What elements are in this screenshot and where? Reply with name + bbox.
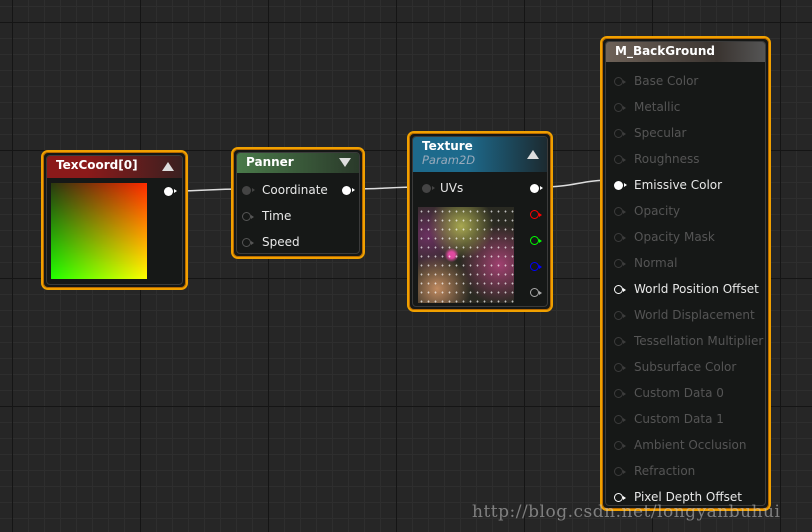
material-input-label: Refraction — [634, 464, 696, 478]
material-input-label: Base Color — [634, 74, 699, 88]
material-input-label: World Displacement — [634, 308, 755, 322]
material-input-pin[interactable] — [614, 77, 626, 86]
material-input-pin[interactable] — [614, 129, 626, 138]
material-input-label: Roughness — [634, 152, 700, 166]
panner-node[interactable]: Panner Coordinate Time Speed — [231, 147, 365, 259]
material-header[interactable]: M_BackGround — [606, 42, 765, 62]
material-input-pin[interactable] — [614, 233, 626, 242]
material-input-pin[interactable] — [614, 467, 626, 476]
g-output-pin[interactable] — [530, 236, 542, 245]
texcoord-output-pin[interactable] — [164, 187, 177, 196]
uvs-label: UVs — [440, 181, 464, 195]
speed-pin[interactable] — [242, 238, 254, 247]
material-input-pin[interactable] — [614, 259, 626, 268]
coordinate-pin[interactable] — [242, 186, 255, 195]
material-input-pin[interactable] — [614, 181, 627, 190]
material-input-pin[interactable] — [614, 103, 626, 112]
texture-subtitle: Param2D — [422, 153, 476, 167]
material-input-pin[interactable] — [614, 311, 626, 320]
material-input-label: Tessellation Multiplier — [634, 334, 764, 348]
texcoord-node[interactable]: TexCoord[0] — [41, 150, 188, 290]
texture-node[interactable]: Texture Param2D UVs — [407, 131, 553, 312]
material-input-pin[interactable] — [614, 363, 626, 372]
time-label: Time — [262, 209, 292, 223]
material-input-label: World Position Offset — [634, 282, 759, 296]
material-result-node[interactable]: M_BackGround Base Color Metallic Specular R… — [600, 36, 771, 511]
material-input-label: Custom Data 0 — [634, 386, 724, 400]
texcoord-title: TexCoord[0] — [56, 158, 138, 172]
material-input-label: Ambient Occlusion — [634, 438, 747, 452]
collapse-icon[interactable] — [527, 150, 539, 159]
expand-icon[interactable] — [339, 158, 351, 167]
coordinate-label: Coordinate — [262, 183, 328, 197]
material-input-pin[interactable] — [614, 441, 626, 450]
material-input-pin[interactable] — [614, 285, 626, 294]
time-pin[interactable] — [242, 212, 254, 221]
material-input-label: Opacity Mask — [634, 230, 715, 244]
uvs-pin[interactable] — [422, 184, 435, 193]
material-input-label: Opacity — [634, 204, 681, 218]
material-input-label: Emissive Color — [634, 178, 723, 192]
material-input-pin[interactable] — [614, 389, 626, 398]
material-title: M_BackGround — [615, 44, 715, 58]
texture-preview — [418, 207, 514, 303]
material-input-pin[interactable] — [614, 415, 626, 424]
material-input-pin[interactable] — [614, 337, 626, 346]
material-input-pin[interactable] — [614, 493, 626, 502]
a-output-pin[interactable] — [530, 288, 542, 297]
b-output-pin[interactable] — [530, 262, 542, 271]
material-input-pin[interactable] — [614, 155, 626, 164]
panner-title: Panner — [246, 155, 294, 169]
material-input-label: Subsurface Color — [634, 360, 737, 374]
material-input-label: Normal — [634, 256, 678, 270]
material-input-label: Specular — [634, 126, 687, 140]
collapse-icon[interactable] — [162, 162, 174, 171]
panner-output-pin[interactable] — [342, 186, 355, 195]
material-input-pin[interactable] — [614, 207, 626, 216]
texture-title: Texture — [422, 139, 473, 153]
rgb-output-pin[interactable] — [530, 184, 543, 193]
material-input-label: Custom Data 1 — [634, 412, 724, 426]
speed-label: Speed — [262, 235, 300, 249]
r-output-pin[interactable] — [530, 210, 542, 219]
texcoord-preview — [51, 183, 147, 279]
watermark: http://blog.csdn.net/longyanbuhui — [472, 502, 781, 522]
material-input-label: Metallic — [634, 100, 681, 114]
